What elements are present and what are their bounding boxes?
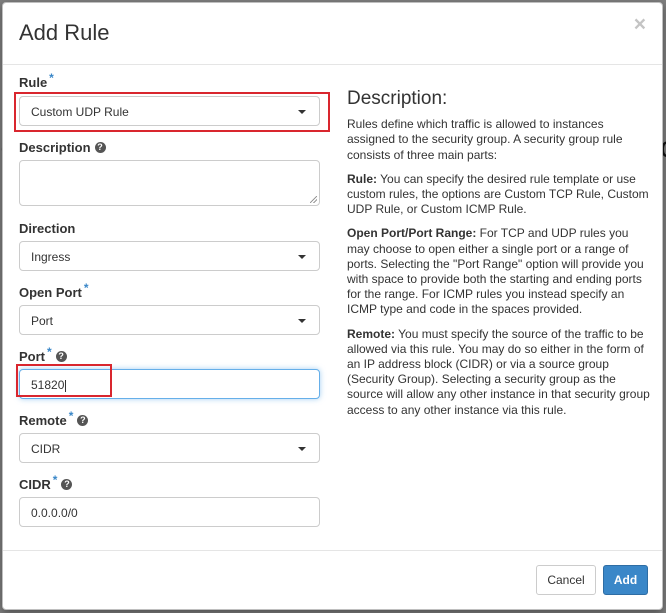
help-icon[interactable]: ? bbox=[55, 351, 67, 363]
help-panel-port-paragraph: Open Port/Port Range: For TCP and UDP ru… bbox=[347, 226, 644, 317]
help-panel-remote-paragraph: Remote: You must specify the source of t… bbox=[347, 326, 650, 417]
help-panel: Description: Rules define which traffic … bbox=[347, 88, 652, 427]
help-icon[interactable]: ? bbox=[77, 415, 89, 427]
port-label: Port *? bbox=[19, 345, 67, 364]
required-marker: * bbox=[68, 409, 74, 423]
add-button[interactable]: Add bbox=[603, 565, 648, 595]
direction-select[interactable]: Ingress bbox=[19, 241, 320, 271]
description-textarea[interactable] bbox=[19, 160, 320, 206]
add-rule-dialog: Add Rule × Rule * Custom UDP Rule Descrip… bbox=[2, 2, 663, 610]
cidr-label: CIDR *? bbox=[19, 473, 73, 492]
cidr-input[interactable]: 0.0.0.0/0 bbox=[19, 497, 320, 527]
open-port-select[interactable]: Port bbox=[19, 305, 320, 335]
remote-label: Remote *? bbox=[19, 409, 89, 428]
rule-highlight-box bbox=[14, 92, 330, 132]
resize-handle-icon[interactable] bbox=[310, 196, 317, 203]
cancel-button[interactable]: Cancel bbox=[536, 565, 596, 595]
description-label: Description? bbox=[19, 140, 106, 155]
help-icon[interactable]: ? bbox=[61, 479, 73, 491]
required-marker: * bbox=[52, 473, 58, 487]
required-marker: * bbox=[47, 345, 52, 359]
help-panel-intro: Rules define which traffic is allowed to… bbox=[347, 117, 623, 162]
modal-footer: Cancel Add bbox=[3, 550, 662, 609]
remote-select[interactable]: CIDR bbox=[19, 433, 320, 463]
close-icon[interactable]: × bbox=[634, 13, 646, 37]
help-icon[interactable]: ? bbox=[94, 142, 106, 154]
direction-label: Direction bbox=[19, 221, 76, 236]
rule-label: Rule * bbox=[19, 71, 54, 90]
chevron-down-icon bbox=[298, 319, 306, 323]
direction-select-value: Ingress bbox=[31, 250, 71, 264]
required-marker: * bbox=[83, 281, 89, 295]
required-marker: * bbox=[49, 71, 54, 85]
help-panel-rule-paragraph: Rule: You can specify the desired rule t… bbox=[347, 171, 649, 217]
open-port-label: Open Port * bbox=[19, 281, 89, 300]
open-port-select-value: Port bbox=[31, 314, 54, 328]
chevron-down-icon bbox=[298, 255, 306, 259]
modal-title: Add Rule bbox=[19, 20, 110, 45]
remote-select-value: CIDR bbox=[31, 442, 61, 456]
help-panel-heading: Description: bbox=[347, 88, 448, 109]
chevron-down-icon bbox=[298, 447, 306, 451]
cidr-input-value: 0.0.0.0/0 bbox=[31, 506, 78, 520]
port-highlight-box bbox=[16, 364, 112, 397]
modal-header: Add Rule × bbox=[3, 3, 662, 65]
